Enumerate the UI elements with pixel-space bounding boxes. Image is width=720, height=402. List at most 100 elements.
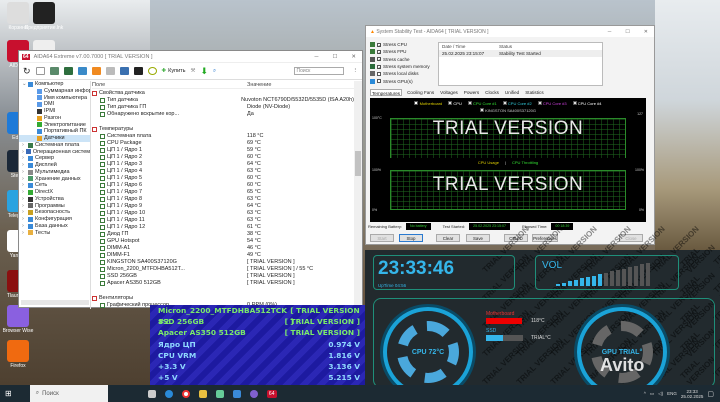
tree-item-7[interactable]: Портативный ПК bbox=[19, 128, 90, 135]
tab-statistics[interactable]: Statistics bbox=[524, 89, 544, 96]
tree-item-9[interactable]: › Системная плата bbox=[19, 142, 90, 149]
expand-chevron-icon[interactable]: › bbox=[22, 149, 24, 156]
table-row[interactable]: Свойства датчика bbox=[92, 90, 354, 97]
table-row[interactable]: ЦП 1 / Ядро 1 59 °C bbox=[92, 147, 354, 154]
legend-item[interactable]: CPU Core #4 bbox=[572, 101, 602, 106]
tree-item-0[interactable]: ⌄ Компьютер bbox=[19, 81, 90, 88]
table-row[interactable]: ЦП 1 / Ядро 7 65 °C bbox=[92, 189, 354, 196]
minimize-button[interactable]: ─ bbox=[608, 29, 612, 35]
checkbox-2[interactable]: ✓ Stress cache bbox=[370, 56, 430, 63]
tab-temperatures[interactable]: Temperatures bbox=[370, 89, 403, 96]
tree-item-2[interactable]: Имя компьютера bbox=[19, 95, 90, 102]
log-row[interactable]: 25.02.2025 23:15:07 Stability Test Starte… bbox=[439, 50, 602, 57]
desktop-icon-10[interactable] bbox=[7, 340, 29, 362]
tree-item-3[interactable]: DMI bbox=[19, 101, 90, 108]
table-row[interactable]: CPU Package 69 °C bbox=[92, 140, 354, 147]
legend-item[interactable]: CPU Core #2 bbox=[502, 101, 532, 106]
tree-item-19[interactable]: › Безопасность bbox=[19, 209, 90, 216]
tree-item-13[interactable]: › Мультимедиа bbox=[19, 169, 90, 176]
checkbox-4[interactable]: Stress local disks bbox=[370, 70, 430, 77]
legend-checkbox[interactable] bbox=[572, 101, 577, 105]
cpuid-icon[interactable] bbox=[133, 67, 143, 75]
tree-item-18[interactable]: › Программы bbox=[19, 203, 90, 210]
taskbar-search[interactable]: ⌕ Поиск bbox=[29, 385, 108, 402]
expand-chevron-icon[interactable]: › bbox=[22, 209, 26, 216]
browser-icon[interactable] bbox=[249, 389, 258, 398]
menu-icon[interactable]: ⋮ bbox=[349, 68, 363, 74]
start-button[interactable]: ⊞ bbox=[5, 389, 12, 398]
volume-bars[interactable] bbox=[556, 263, 650, 286]
table-row[interactable]: DIMM-A1 46 °C bbox=[92, 245, 354, 252]
expand-chevron-icon[interactable]: › bbox=[22, 155, 26, 162]
memory-icon[interactable] bbox=[63, 67, 73, 75]
legend-item[interactable]: Motherboard bbox=[414, 101, 442, 106]
clipboard-icon[interactable] bbox=[105, 67, 115, 75]
table-row[interactable]: KINGSTON SA400S37120G [ TRIAL VERSION ] bbox=[92, 259, 354, 266]
yandex-icon[interactable] bbox=[181, 389, 190, 398]
language-indicator[interactable]: ENG bbox=[667, 391, 677, 396]
table-row[interactable]: ЦП 1 / Ядро 4 63 °C bbox=[92, 168, 354, 175]
tree-item-8[interactable]: Датчики bbox=[19, 135, 90, 142]
tree-item-1[interactable]: Суммарная информация bbox=[19, 88, 90, 95]
tab-clocks[interactable]: Clocks bbox=[484, 89, 500, 96]
tree-item-20[interactable]: › Конфигурация bbox=[19, 216, 90, 223]
table-row[interactable]: ЦП 1 / Ядро 9 64 °C bbox=[92, 203, 354, 210]
expand-chevron-icon[interactable]: ⌄ bbox=[22, 81, 27, 88]
gauge-icon[interactable] bbox=[147, 67, 157, 75]
checkbox-box[interactable]: ✓ bbox=[377, 42, 381, 47]
network-icon[interactable] bbox=[77, 67, 87, 75]
tree-item-12[interactable]: › Дисплей bbox=[19, 162, 90, 169]
table-row[interactable] bbox=[92, 118, 354, 125]
checkbox-1[interactable]: ✓ Stress FPU bbox=[370, 48, 430, 55]
volume-icon[interactable]: ◁) bbox=[658, 391, 663, 397]
clock[interactable]: 23:33 25.02.2025 bbox=[681, 389, 704, 399]
legend-item-kingston[interactable]: KINGSTON SA400S37120G bbox=[480, 108, 536, 113]
tab-cooling-fans[interactable]: Cooling Fans bbox=[406, 89, 435, 96]
expand-chevron-icon[interactable]: › bbox=[22, 142, 26, 149]
checkbox-box[interactable]: ✓ bbox=[377, 64, 381, 69]
tab-unified[interactable]: Unified bbox=[504, 89, 520, 96]
checkbox-3[interactable]: ✓ Stress system memory bbox=[370, 63, 430, 70]
tree-item-15[interactable]: › Сеть bbox=[19, 182, 90, 189]
table-row[interactable]: ЦП 1 / Ядро 6 60 °C bbox=[92, 182, 354, 189]
report-icon[interactable] bbox=[35, 67, 45, 75]
column-header-value[interactable]: Значение bbox=[247, 81, 354, 88]
table-row[interactable]: DIMM-F1 49 °C bbox=[92, 252, 354, 259]
close-button[interactable]: ✕ bbox=[351, 54, 356, 60]
expand-chevron-icon[interactable]: › bbox=[22, 216, 26, 223]
expand-chevron-icon[interactable]: › bbox=[22, 162, 26, 169]
aida64-taskbar-icon[interactable]: 64 bbox=[266, 389, 277, 398]
legend-item[interactable]: CPU Core #3 bbox=[537, 101, 567, 106]
table-row[interactable]: Вентиляторы bbox=[92, 295, 354, 302]
table-row[interactable]: Температуры bbox=[92, 126, 354, 133]
table-row[interactable]: ЦП 1 / Ядро 8 63 °C bbox=[92, 196, 354, 203]
save-button[interactable]: Save bbox=[466, 234, 490, 242]
expand-chevron-icon[interactable]: › bbox=[22, 189, 26, 196]
edge-icon[interactable] bbox=[164, 389, 173, 398]
table-row[interactable]: Apacer AS350 512GB [ TRIAL VERSION ] bbox=[92, 280, 354, 287]
table-row[interactable]: ЦП 1 / Ядро 5 60 °C bbox=[92, 175, 354, 182]
table-row[interactable]: ЦП 1 / Ядро 12 61 °C bbox=[92, 224, 354, 231]
legend-checkbox[interactable] bbox=[414, 101, 419, 105]
mail-icon[interactable] bbox=[232, 389, 241, 398]
tree-item-21[interactable]: › База данных bbox=[19, 223, 90, 230]
table-row[interactable]: ЦП 1 / Ядро 11 63 °C bbox=[92, 217, 354, 224]
tree-item-10[interactable]: › Операционная система bbox=[19, 149, 90, 156]
legend-item[interactable]: CPU Core #1 bbox=[467, 101, 497, 106]
legend-checkbox[interactable] bbox=[448, 101, 453, 105]
legend-checkbox[interactable] bbox=[537, 101, 542, 105]
start-button[interactable]: Start bbox=[370, 234, 394, 242]
tree-item-14[interactable]: › Хранение данных bbox=[19, 176, 90, 183]
close-button[interactable]: ✕ bbox=[644, 29, 648, 35]
legend-checkbox[interactable] bbox=[467, 101, 472, 105]
expand-chevron-icon[interactable]: › bbox=[22, 203, 26, 210]
tree-item-6[interactable]: Электропитание bbox=[19, 122, 90, 129]
user-icon[interactable] bbox=[119, 67, 129, 75]
table-row[interactable]: GPU Hotspot 54 °C bbox=[92, 238, 354, 245]
tree-item-11[interactable]: › Сервер bbox=[19, 155, 90, 162]
expand-chevron-icon[interactable]: › bbox=[22, 169, 26, 176]
explorer-icon[interactable] bbox=[198, 389, 207, 398]
table-row[interactable]: ЦП 1 / Ядро 3 64 °C bbox=[92, 161, 354, 168]
table-row[interactable]: ЦП 1 / Ядро 10 63 °C bbox=[92, 210, 354, 217]
expand-chevron-icon[interactable]: › bbox=[22, 176, 26, 183]
